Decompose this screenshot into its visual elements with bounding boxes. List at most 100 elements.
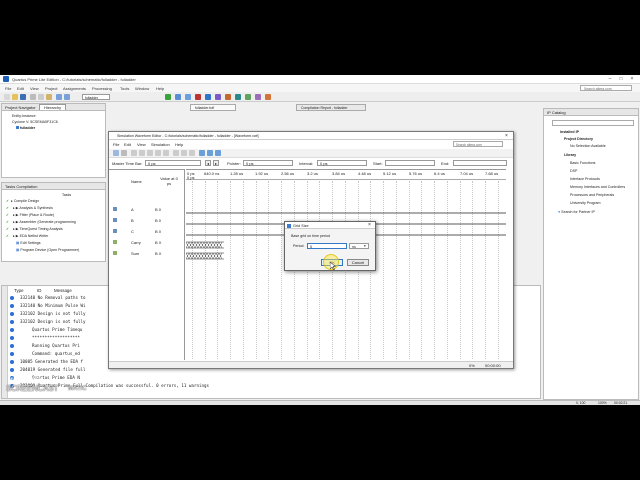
invert-icon[interactable] [163,150,169,156]
minimize-icon[interactable]: – [606,76,614,82]
menu-edit[interactable]: Edit [17,86,24,91]
hierarchy-select[interactable]: Hierarchy [39,104,67,110]
stop-icon[interactable] [195,94,201,100]
signal-row-carry[interactable]: Carry B X [109,239,185,248]
message-line[interactable]: 204019 Generated file full [20,367,86,372]
qsys-icon[interactable] [265,94,271,100]
menu-project[interactable]: Project [45,86,57,91]
task-fitter[interactable]: ✓ ▸ ▶ Fitter (Place & Route) [6,213,54,217]
message-line[interactable]: 332102 Design is not fully [20,319,86,324]
ip-basic-functions[interactable]: Basic Functions [570,161,595,165]
search-altera-box[interactable]: Search altera.com [580,85,632,91]
analysis-icon[interactable] [175,94,181,100]
message-line[interactable]: 10005 Generated the EDA f [20,359,83,364]
chip-planner-icon[interactable] [215,94,221,100]
task-timequest[interactable]: ✓ ▸ ▶ TimeQuest Timing Analysis [6,227,63,231]
signal-row-b[interactable]: B B 0 [109,217,185,226]
netlist-icon[interactable] [205,94,211,100]
clock-icon[interactable] [181,150,187,156]
unit-select[interactable]: ns ▾ [349,243,369,249]
wf-search-box[interactable]: Search altera.com [453,141,503,147]
cancel-button[interactable]: Cancel [347,259,369,266]
task-eda-netlist[interactable]: ✓ ▸ ▶ EDA Netlist Writer [6,234,48,238]
undo-icon[interactable] [56,94,62,100]
tab-compilation-report[interactable]: Compilation Report - fulladder [296,104,366,111]
task-compile-design[interactable]: ✓ ▸ Compile Design [6,199,39,203]
cut-icon[interactable] [30,94,36,100]
device-item[interactable]: Cyclone V: 5CSEMA5F31C6 [12,120,58,124]
installed-ip-item[interactable]: Installed IP [560,130,579,134]
pin-planner-icon[interactable] [225,94,231,100]
force-high-icon[interactable] [139,150,145,156]
ip-interface-protocols[interactable]: Interface Protocols [570,177,600,181]
message-line[interactable]: 332102 Design is not fully [20,311,86,316]
dialog-close-icon[interactable]: × [368,222,371,228]
timing-icon[interactable] [185,94,191,100]
ip-memory-interfaces[interactable]: Memory Interfaces and Controllers [570,185,625,189]
menu-tools[interactable]: Tools [120,86,129,91]
signal-row-c[interactable]: C B 0 [109,228,185,237]
ip-processors[interactable]: Processors and Peripherals [570,193,614,197]
programmer-icon[interactable] [235,94,241,100]
waveform-close-icon[interactable]: × [505,133,508,139]
ip-dsp[interactable]: DSP [570,169,577,173]
count-value-icon[interactable] [173,150,179,156]
save-icon[interactable] [20,94,26,100]
message-line[interactable]: Running Quartus Pri [32,343,80,348]
task-assembler[interactable]: ✓ ▸ ▶ Assembler (Generate programming [6,220,76,224]
signal-row-sum[interactable]: Sum B X [109,250,185,259]
menu-processing[interactable]: Processing [92,86,112,91]
timing-sim-icon[interactable] [207,150,213,156]
task-edit-settings[interactable]: ▦ Edit Settings [16,241,41,245]
ip-university-program[interactable]: University Program [570,201,601,205]
wf-menu-view[interactable]: View [137,142,146,147]
close-icon[interactable]: × [628,76,636,82]
maximize-icon[interactable]: □ [617,76,625,82]
ip-search-input[interactable] [552,120,634,126]
search-partner-ip-link[interactable]: ● Search for Partner IP [558,210,595,214]
force-x-icon[interactable] [147,150,153,156]
signal-row-a[interactable]: A B 0 [109,206,185,215]
paste-icon[interactable] [46,94,52,100]
task-analysis-synthesis[interactable]: ✓ ▸ ▶ Analysis & Synthesis [6,206,53,210]
random-icon[interactable] [189,150,195,156]
message-line[interactable]: 332140 No Removal paths to [20,295,86,300]
force-z-icon[interactable] [155,150,161,156]
message-line[interactable]: Command: quartus_ed [32,351,80,356]
time-bar-next-icon[interactable]: ▸ [213,160,219,166]
wf-search-input[interactable]: Search altera.com [456,143,482,147]
wf-menu-help[interactable]: Help [175,142,183,147]
search-input[interactable]: Search altera.com [584,87,612,91]
rtl-viewer-icon[interactable] [245,94,251,100]
message-line[interactable]: 332140 No Minimum Pulse Wi [20,303,86,308]
period-input[interactable]: 5 [307,243,347,249]
wf-menu-file[interactable]: File [113,142,119,147]
zoom-tool-icon[interactable] [121,150,127,156]
netlist-sim-icon[interactable] [215,150,221,156]
menu-file[interactable]: File [5,86,11,91]
project-directory-item[interactable]: Project Directory [564,137,593,141]
force-low-icon[interactable] [131,150,137,156]
message-line[interactable]: ******************* [32,335,80,340]
time-bar-prev-icon[interactable]: ◂ [205,160,211,166]
tab-fulladder-bdf[interactable]: fulladder.bdf [190,104,236,111]
menu-window[interactable]: Window [135,86,149,91]
menu-view[interactable]: View [30,86,39,91]
open-icon[interactable] [12,94,18,100]
entity-select[interactable]: fulladder [82,94,110,100]
wf-menu-edit[interactable]: Edit [124,142,131,147]
new-file-icon[interactable] [4,94,10,100]
menu-help[interactable]: Help [156,86,164,91]
library-item[interactable]: Library [564,153,576,157]
menu-assignments[interactable]: Assignments [63,86,86,91]
selection-tool-icon[interactable] [113,150,119,156]
top-entity-item[interactable]: fulladder [16,126,35,130]
copy-icon[interactable] [38,94,44,100]
start-compilation-icon[interactable] [165,94,171,100]
task-program-device[interactable]: ▦ Program Device (Open Programmer) [16,248,79,252]
functional-sim-icon[interactable] [199,150,205,156]
master-time-bar-field[interactable]: 0 ps [145,160,201,166]
redo-icon[interactable] [64,94,70,100]
wf-menu-simulation[interactable]: Simulation [151,142,170,147]
message-line[interactable]: Quartus Prime Timequ [32,327,82,332]
